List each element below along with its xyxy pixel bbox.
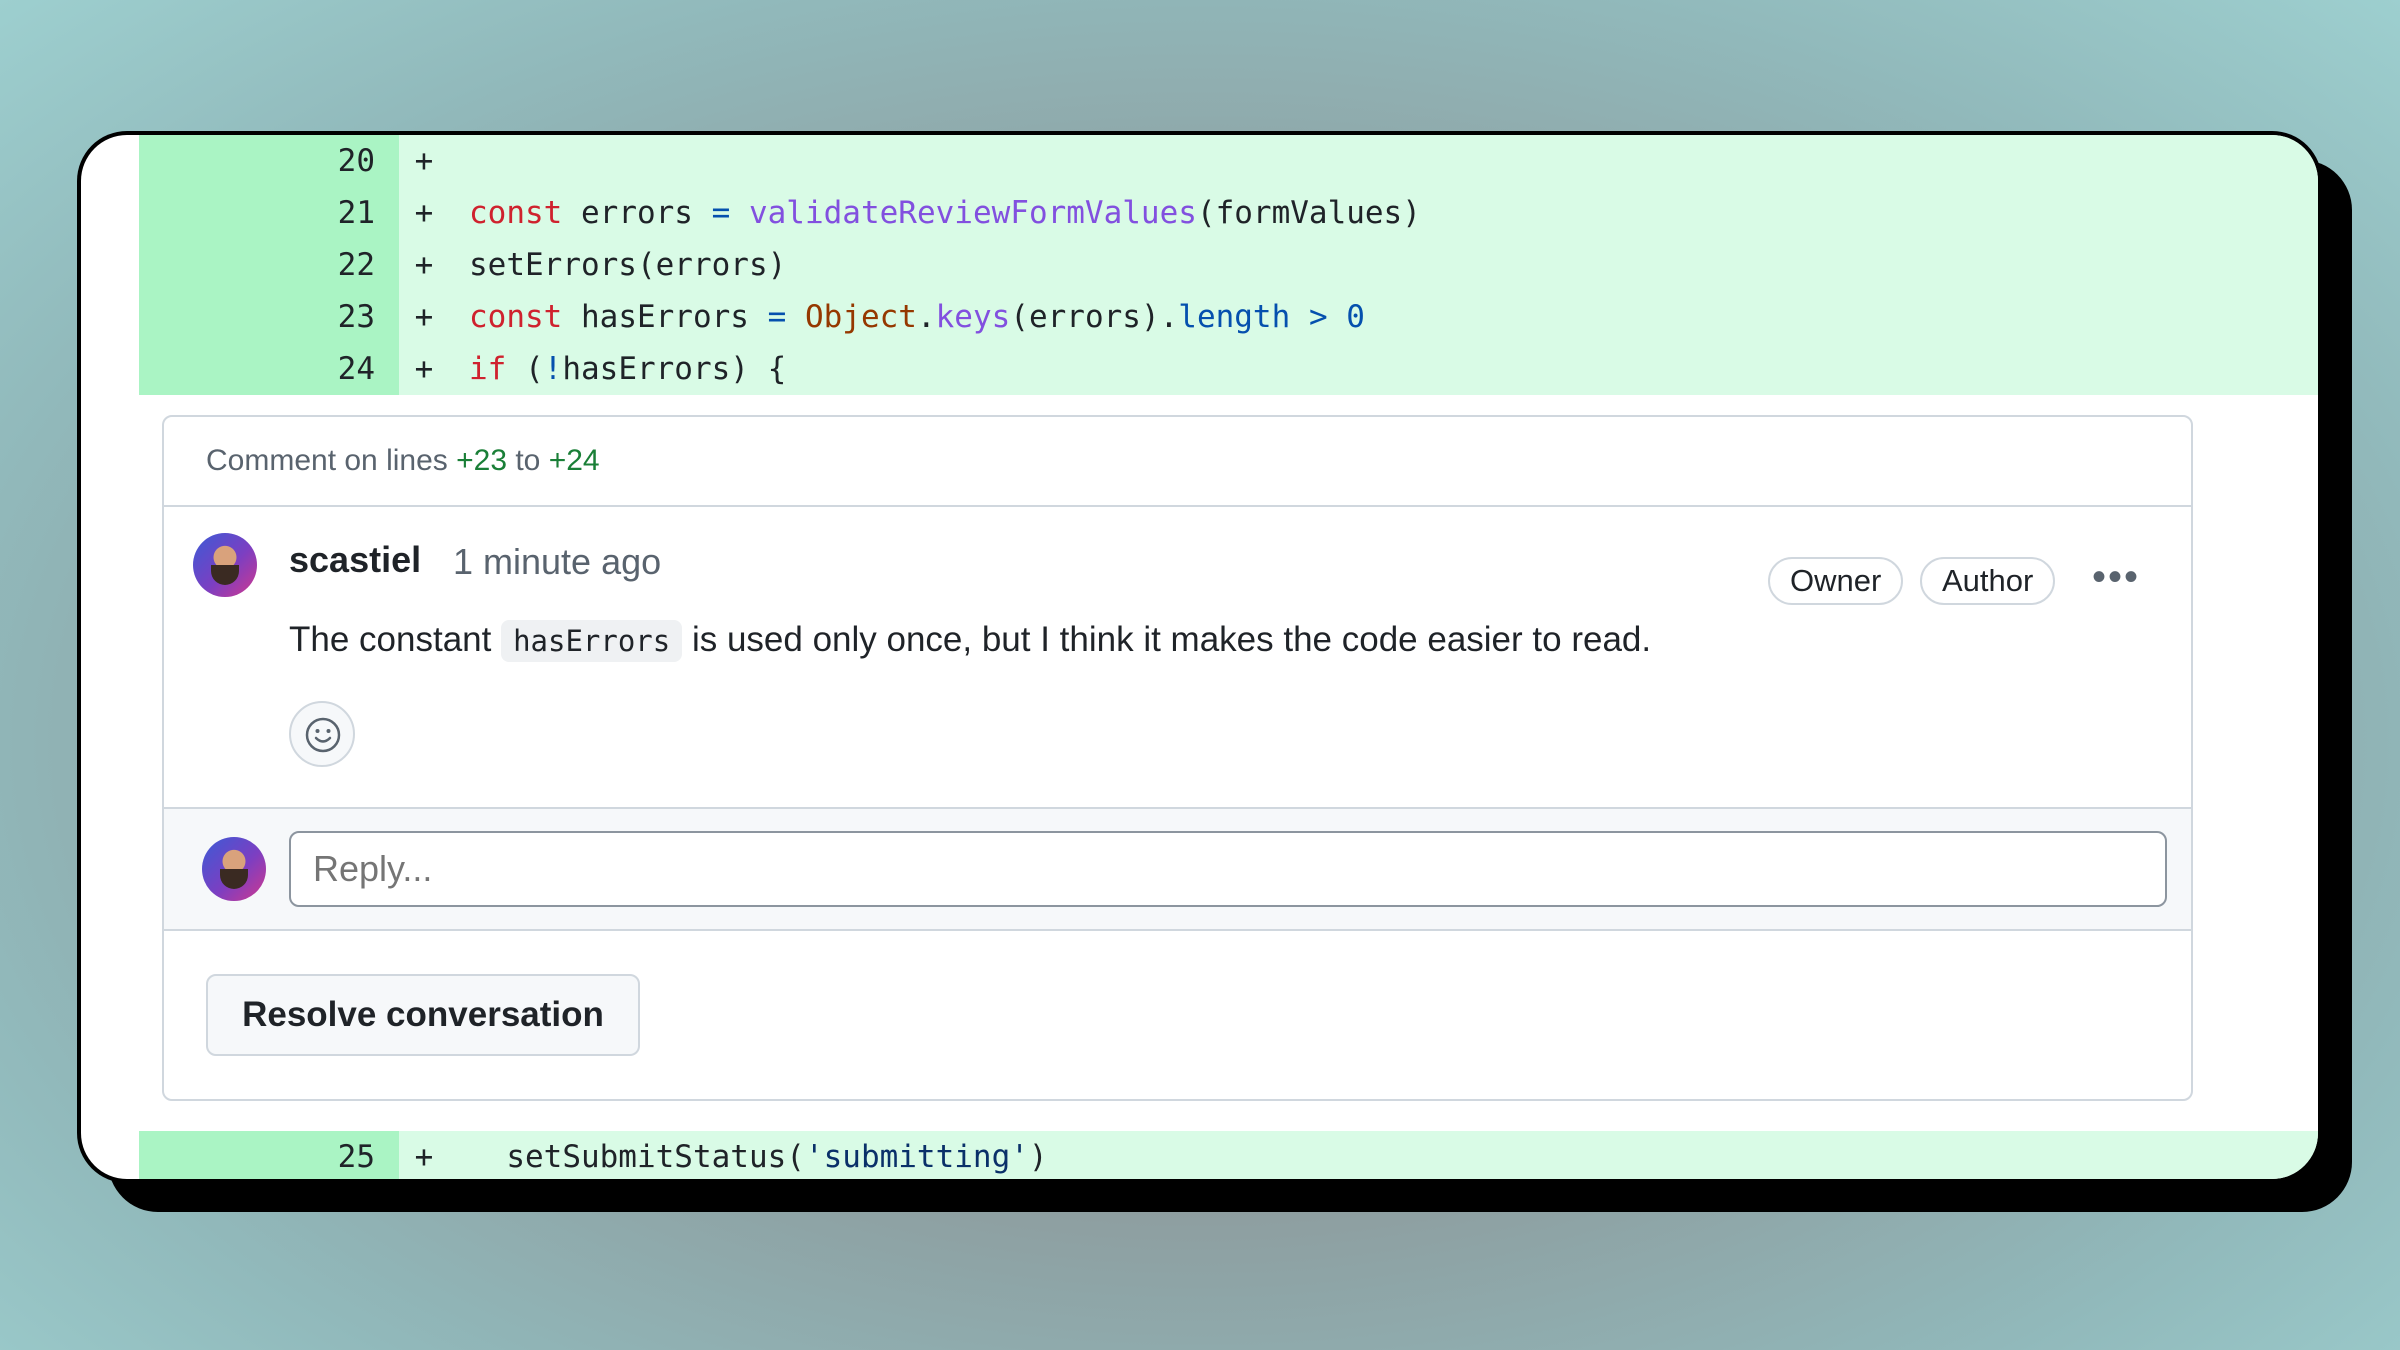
code-text: const hasErrors = Object.keys(errors).le… — [469, 291, 1365, 343]
line-number[interactable]: 25 — [139, 1131, 399, 1179]
code-token: ( — [506, 351, 544, 387]
code-token: const — [469, 195, 563, 231]
code-token: validateReviewFormValues — [748, 195, 1197, 231]
comment-text-before: The constant — [289, 620, 502, 659]
inline-code: hasErrors — [501, 620, 683, 662]
code-token: 0 — [1346, 299, 1365, 335]
diff-line: 24 + if (!hasErrors) { — [139, 343, 2318, 395]
code-token: (formValues) — [1196, 195, 1421, 231]
code-text: if (!hasErrors) { — [469, 343, 786, 395]
code-token: = — [767, 299, 787, 335]
code-token: keys — [935, 299, 1011, 335]
code-text: const errors = validateReviewFormValues(… — [469, 187, 1421, 239]
code-text: setErrors(errors) — [469, 239, 786, 291]
diff-sign: + — [414, 299, 434, 335]
diff-line: 20 + — [139, 135, 2318, 187]
line-start-link[interactable]: +23 — [456, 444, 507, 477]
reply-input[interactable] — [289, 831, 2167, 907]
code-token: (errors). — [1010, 299, 1179, 335]
avatar[interactable] — [193, 533, 257, 597]
comment-text-after: is used only once, but I think it makes … — [682, 620, 1652, 659]
smiley-icon — [305, 717, 341, 753]
line-end-link[interactable]: +24 — [549, 444, 600, 477]
code-text: setSubmitStatus('submitting') — [469, 1131, 1048, 1179]
reply-avatar — [202, 837, 266, 901]
thread-header-mid: to — [507, 444, 549, 477]
code-token: setSubmitStatus( — [469, 1139, 805, 1175]
code-token: 'submitting' — [804, 1139, 1029, 1175]
diff-sign: + — [414, 143, 434, 179]
code-token: errors — [562, 195, 712, 231]
diff-line: 25 + setSubmitStatus('submitting') — [139, 1131, 2318, 1179]
code-token: . — [916, 299, 936, 335]
diff-line: 21 + const errors = validateReviewFormValu… — [139, 187, 2318, 239]
line-number[interactable]: 21 — [139, 187, 399, 239]
code-token: > — [1308, 299, 1328, 335]
owner-badge: Owner — [1768, 557, 1904, 605]
code-token: = — [711, 195, 731, 231]
add-reaction-button[interactable] — [289, 701, 355, 767]
more-options-icon[interactable]: ••• — [2092, 555, 2140, 600]
diff-line: 23 + const hasErrors = Object.keys(errors)… — [139, 291, 2318, 343]
line-number[interactable]: 22 — [139, 239, 399, 291]
diff-sign: + — [414, 247, 434, 283]
diff-sign: + — [414, 351, 434, 387]
comment-author[interactable]: scastiel — [289, 539, 421, 581]
code-token: hasErrors) { — [562, 351, 787, 387]
code-token: ! — [543, 351, 563, 387]
code-token: if — [469, 351, 507, 387]
comment: scastiel 1 minute ago Owner Author ••• T… — [164, 507, 2191, 807]
code-token: hasErrors — [562, 299, 768, 335]
thread-header: Comment on lines +23 to +24 — [164, 417, 2191, 507]
code-token: setErrors(errors) — [469, 247, 787, 283]
diff-sign: + — [414, 1139, 434, 1175]
diff-panel: 20 +21 + const errors = validateReviewFormV… — [81, 135, 2318, 1179]
code-token: ) — [1028, 1139, 1048, 1175]
code-token: const — [469, 299, 563, 335]
review-thread: Comment on lines +23 to +24 scastiel 1 m… — [162, 415, 2193, 1101]
thread-header-prefix: Comment on lines — [206, 444, 457, 477]
reply-bar — [164, 807, 2191, 931]
comment-body: The constant hasErrors is used only once… — [289, 620, 1652, 662]
code-token: Object — [804, 299, 917, 335]
author-badge: Author — [1920, 557, 2056, 605]
diff-sign: + — [414, 195, 434, 231]
line-number[interactable]: 24 — [139, 343, 399, 395]
resolve-conversation-button[interactable]: Resolve conversation — [206, 974, 640, 1056]
comment-timestamp[interactable]: 1 minute ago — [453, 541, 661, 583]
window-card: 20 +21 + const errors = validateReviewFormV… — [77, 131, 2322, 1183]
line-number[interactable]: 20 — [139, 135, 399, 187]
line-number[interactable]: 23 — [139, 291, 399, 343]
code-token: length — [1178, 299, 1291, 335]
diff-line: 22 + setErrors(errors) — [139, 239, 2318, 291]
